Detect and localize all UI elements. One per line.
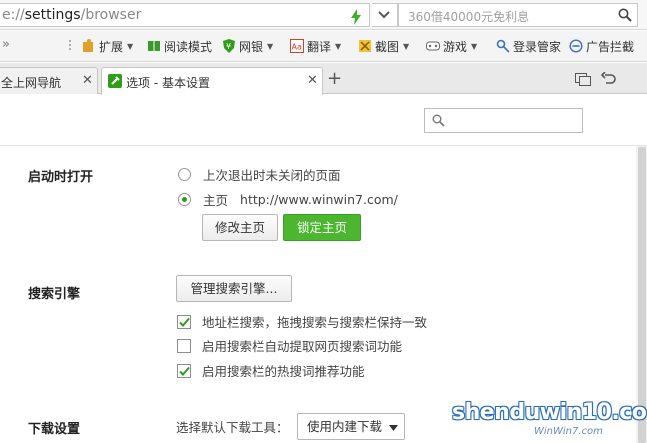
search-icon <box>432 114 445 127</box>
url-text[interactable]: e://settings/browser <box>2 7 141 23</box>
url-field[interactable]: e://settings/browser <box>0 3 370 27</box>
dropdown-arrow-icon: ▼ <box>403 41 410 51</box>
search-option-hot-words[interactable]: 启用搜索栏的热搜词推荐功能 <box>177 361 365 380</box>
checkbox-sync[interactable] <box>177 314 191 329</box>
grip-icon <box>69 40 71 50</box>
svg-text:¥: ¥ <box>226 42 231 51</box>
puzzle-icon <box>83 39 93 52</box>
close-icon[interactable]: ✕ <box>82 73 93 88</box>
toolbar-online-bank[interactable]: ¥ 网银 ▼ <box>222 38 273 54</box>
login-key-icon <box>496 39 510 53</box>
search-option-extract[interactable]: 启用搜索栏自动提取网页搜索词功能 <box>177 336 402 355</box>
checkmark-icon <box>179 317 190 327</box>
checkmark-icon <box>179 366 190 376</box>
manage-search-engines-button[interactable]: 管理搜索引擎... <box>176 275 292 302</box>
home-url: http://www.winwin7.com/ <box>240 192 398 207</box>
translate-icon: Aa <box>290 39 304 53</box>
search-option-sync[interactable]: 地址栏搜索，拖拽搜索与搜索栏保持一致 <box>177 312 427 331</box>
address-bar-row: e://settings/browser 360借40000元免利息 <box>0 0 647 30</box>
settings-search-input[interactable] <box>424 108 583 133</box>
dropdown-arrow-icon: ▼ <box>335 41 342 51</box>
section-title-search-engine: 搜索引擎 <box>28 287 81 302</box>
toolbar-extensions[interactable]: 扩展 ▼ <box>82 38 133 54</box>
radio-last-session[interactable] <box>178 168 191 181</box>
dropdown-arrow-icon: ▼ <box>127 41 134 51</box>
lightning-icon[interactable] <box>349 9 363 25</box>
wrench-icon <box>108 74 122 88</box>
scrollbar-thumb[interactable] <box>638 147 646 443</box>
gamepad-icon <box>426 41 440 51</box>
divider <box>0 145 647 146</box>
download-tool-label: 选择默认下载工具： <box>176 420 289 435</box>
search-placeholder: 360借40000元免利息 <box>408 10 530 24</box>
modify-home-button[interactable]: 修改主页 <box>202 214 278 241</box>
checkbox-extract[interactable] <box>177 338 191 353</box>
tab-label: 全上网导航 <box>1 76 62 90</box>
new-tab-button[interactable]: + <box>327 70 342 88</box>
toolbar-login-manager[interactable]: 登录管家 <box>496 38 561 54</box>
toolbar-ad-block[interactable]: 广告拦截 <box>569 38 634 54</box>
tab-strip: 全上网导航 ✕ 选项 - 基本设置 ✕ + <box>0 63 647 95</box>
startup-option-home[interactable]: 主页 http://www.winwin7.com/ <box>178 190 398 209</box>
search-icon[interactable] <box>618 8 632 22</box>
undo-close-icon[interactable] <box>601 72 616 86</box>
shield-yen-icon: ¥ <box>223 39 235 53</box>
lock-home-button[interactable]: 锁定主页 <box>283 214 361 241</box>
close-icon[interactable]: ✕ <box>307 73 318 88</box>
chevron-more-icon[interactable]: » <box>2 37 10 52</box>
book-icon <box>148 41 160 51</box>
checkbox-hot-words[interactable] <box>177 363 191 378</box>
toolbar-translate[interactable]: Aa 翻译 ▼ <box>290 38 341 54</box>
startup-option-last-session[interactable]: 上次退出时未关闭的页面 <box>178 165 341 184</box>
chevron-down-icon <box>378 11 390 19</box>
restore-tabs-icon[interactable] <box>575 73 591 86</box>
settings-page: 启动时打开 上次退出时未关闭的页面 主页 http://www.winwin7.… <box>0 95 647 443</box>
svg-text:Aa: Aa <box>292 43 302 52</box>
favorites-toolbar: » 扩展 ▼ 阅读模式 ¥ 网银 ▼ Aa 翻译 ▼ 截图 ▼ 游戏 ▼ 登录管家 广告拦… <box>0 31 647 62</box>
radio-home[interactable] <box>178 193 191 206</box>
download-tool-select[interactable]: 使用内建下载 <box>297 413 405 440</box>
chevron-down-icon <box>389 425 398 431</box>
tab-label: 选项 - 基本设置 <box>126 76 210 90</box>
toolbar-reader-mode[interactable]: 阅读模式 <box>147 38 212 54</box>
section-title-download: 下载设置 <box>28 422 81 437</box>
dropdown-arrow-icon: ▼ <box>471 41 478 51</box>
tab-settings[interactable]: 选项 - 基本设置 ✕ <box>101 67 323 95</box>
scissors-icon <box>359 40 371 52</box>
toolbar-screenshot[interactable]: 截图 ▼ <box>358 38 409 54</box>
toolbar-games[interactable]: 游戏 ▼ <box>426 38 477 54</box>
section-title-startup: 启动时打开 <box>28 170 94 185</box>
block-icon <box>569 39 583 53</box>
url-dropdown-button[interactable] <box>372 3 398 27</box>
dropdown-arrow-icon: ▼ <box>267 41 274 51</box>
tab-navigation[interactable]: 全上网导航 ✕ <box>0 67 98 94</box>
search-input[interactable]: 360借40000元免利息 <box>398 3 638 27</box>
